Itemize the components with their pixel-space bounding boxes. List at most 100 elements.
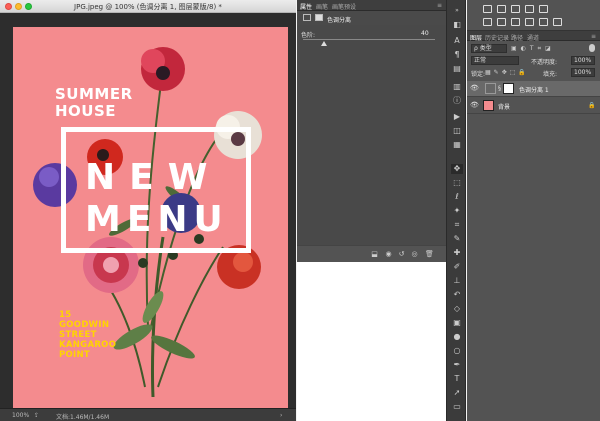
fill-label: 填充: bbox=[543, 71, 558, 78]
tab-history[interactable]: 历史记录 bbox=[485, 33, 509, 42]
poster-text-house: HOUSE bbox=[55, 102, 117, 120]
blur-tool-icon[interactable]: ● bbox=[451, 332, 463, 342]
layers-panel: 图层 历史记录 路径 通道 ≡ ρ 类型 ▣◐T⌗◪ 正常 不透明度: 100%… bbox=[467, 31, 600, 421]
properties-body: 色阶: 40 bbox=[297, 25, 446, 245]
eyedropper-icon[interactable]: ✎ bbox=[451, 234, 463, 244]
opacity-label: 不透明度: bbox=[531, 59, 558, 66]
exposure-icon[interactable] bbox=[525, 5, 534, 13]
panel-icon[interactable]: ▥ bbox=[451, 82, 463, 92]
paragraph-icon[interactable]: ¶ bbox=[451, 50, 463, 60]
adjustment-icon bbox=[303, 14, 311, 21]
view-previous-state-icon[interactable]: ◉ bbox=[385, 251, 392, 258]
levels-icon[interactable] bbox=[497, 5, 506, 13]
opacity-input[interactable]: 100% bbox=[571, 56, 595, 65]
poster-text-new: NEW bbox=[85, 157, 222, 198]
layers-tab-bar: 图层 历史记录 路径 通道 ≡ bbox=[467, 31, 600, 42]
eye-icon[interactable]: 👁 bbox=[470, 102, 479, 109]
color-lookup-icon[interactable] bbox=[553, 18, 562, 26]
properties-footer: ⬓ ◉ ↺ ◎ 🗑 bbox=[297, 245, 446, 262]
delete-icon[interactable]: 🗑 bbox=[425, 251, 434, 258]
magic-wand-icon[interactable]: ✦ bbox=[451, 206, 463, 216]
lock-label: 锁定: bbox=[471, 71, 486, 78]
poster-text-summer: SUMMER bbox=[55, 85, 133, 103]
tab-brush-presets[interactable]: 画笔预设 bbox=[332, 2, 356, 11]
brightness-icon[interactable] bbox=[483, 5, 492, 13]
photo-filter-icon[interactable] bbox=[525, 18, 534, 26]
poster-address-line: 15 bbox=[59, 310, 72, 320]
color-swatch-icon[interactable]: ◧ bbox=[451, 20, 463, 30]
move-tool-icon[interactable]: ✥ bbox=[451, 164, 463, 174]
history-icon[interactable]: ◫ bbox=[451, 126, 463, 136]
character-icon[interactable]: A bbox=[451, 36, 463, 46]
eraser-tool-icon[interactable]: ◇ bbox=[451, 304, 463, 314]
levels-slider-track[interactable] bbox=[303, 39, 435, 40]
dodge-tool-icon[interactable]: ○ bbox=[451, 346, 463, 356]
reset-icon[interactable]: ↺ bbox=[398, 251, 405, 258]
layer-blend-row: 正常 不透明度: 100% bbox=[467, 55, 600, 66]
visibility-icon[interactable]: ◎ bbox=[411, 251, 418, 258]
panel-menu-icon[interactable]: ≡ bbox=[591, 33, 596, 40]
lasso-tool-icon[interactable]: ℓ bbox=[451, 192, 463, 202]
actions-icon[interactable]: ▶ bbox=[451, 112, 463, 122]
tab-properties[interactable]: 属性 bbox=[300, 2, 312, 11]
type-tool-icon[interactable]: T bbox=[451, 374, 463, 384]
levels-slider-thumb[interactable] bbox=[321, 41, 328, 46]
tab-layers[interactable]: 图层 bbox=[470, 33, 482, 42]
layer-row[interactable]: 👁 背景 🔒 bbox=[467, 98, 600, 114]
zoom-level[interactable]: 100% bbox=[12, 412, 29, 419]
shape-tool-icon[interactable]: ▭ bbox=[451, 402, 463, 412]
poster-address-line: KANGAROO bbox=[59, 340, 117, 350]
document-pasteboard[interactable]: SUMMER HOUSE NEW MENU 15 GOODWIN STREET … bbox=[0, 13, 296, 419]
tab-paths[interactable]: 路径 bbox=[511, 33, 523, 42]
layer-kind-filter[interactable]: ρ 类型 bbox=[471, 44, 507, 53]
layer-name[interactable]: 背景 bbox=[498, 102, 510, 111]
hue-saturation-icon[interactable] bbox=[483, 18, 492, 26]
filter-toggle[interactable] bbox=[589, 44, 595, 52]
levels-value[interactable]: 40 bbox=[421, 30, 429, 37]
properties-tab-bar: 属性 画笔 画笔预设 ≡ bbox=[297, 0, 446, 11]
poster-address-line: GOODWIN bbox=[59, 320, 110, 330]
crop-tool-icon[interactable]: ⌗ bbox=[451, 220, 463, 230]
mask-icon[interactable] bbox=[315, 14, 323, 21]
path-selection-icon[interactable]: ➚ bbox=[451, 388, 463, 398]
adjustments-panel bbox=[467, 0, 600, 31]
document-status-bar: 100% ⇪ 文档:1.46M/1.46M › bbox=[0, 408, 296, 421]
filter-icons[interactable]: ▣◐T⌗◪ bbox=[511, 45, 555, 53]
pen-tool-icon[interactable]: ✒ bbox=[451, 360, 463, 370]
vibrance-icon[interactable] bbox=[539, 5, 548, 13]
document-title-bar[interactable]: JPG.jpeg @ 100% (色调分离 1, 图层蒙版/8) * bbox=[0, 0, 296, 13]
document-canvas[interactable]: SUMMER HOUSE NEW MENU 15 GOODWIN STREET … bbox=[13, 27, 288, 419]
layer-row[interactable]: 👁 § 色调分离 1 bbox=[467, 81, 600, 97]
blend-mode-select[interactable]: 正常 bbox=[471, 56, 519, 65]
layer-mask-thumbnail[interactable] bbox=[503, 83, 514, 94]
channel-mixer-icon[interactable] bbox=[539, 18, 548, 26]
info-icon[interactable]: ⓘ bbox=[451, 96, 463, 106]
gradient-tool-icon[interactable]: ▣ bbox=[451, 318, 463, 328]
panel-menu-icon[interactable]: ≡ bbox=[437, 2, 442, 9]
lock-options-icons[interactable]: ▦✎✥⬚🔒 bbox=[485, 69, 529, 76]
marquee-tool-icon[interactable]: ⬚ bbox=[451, 178, 463, 188]
properties-header: 色调分离 bbox=[297, 11, 446, 25]
curves-icon[interactable] bbox=[511, 5, 520, 13]
healing-brush-icon[interactable]: ✚ bbox=[451, 248, 463, 258]
chevron-right-icon[interactable]: › bbox=[280, 412, 282, 419]
adjustment-name: 色调分离 bbox=[327, 17, 352, 24]
poster-text-menu: MENU bbox=[85, 199, 229, 240]
clone-stamp-icon[interactable]: ⊥ bbox=[451, 276, 463, 286]
eye-icon[interactable]: 👁 bbox=[470, 85, 479, 92]
black-white-icon[interactable] bbox=[511, 18, 520, 26]
tab-channels[interactable]: 通道 bbox=[527, 33, 539, 42]
color-balance-icon[interactable] bbox=[497, 18, 506, 26]
document-size[interactable]: 文档:1.46M/1.46M bbox=[56, 412, 109, 421]
link-icon[interactable]: § bbox=[498, 85, 501, 92]
share-icon[interactable]: ⇪ bbox=[34, 412, 39, 419]
collapse-icon[interactable]: » bbox=[451, 6, 463, 16]
layer-name[interactable]: 色调分离 1 bbox=[519, 85, 549, 94]
fill-input[interactable]: 100% bbox=[571, 68, 595, 77]
history-brush-icon[interactable]: ↶ bbox=[451, 290, 463, 300]
brush-tool-icon[interactable]: ✐ bbox=[451, 262, 463, 272]
clip-to-layer-icon[interactable]: ⬓ bbox=[371, 251, 378, 258]
libraries-icon[interactable]: ▤ bbox=[451, 64, 463, 74]
tab-brush[interactable]: 画笔 bbox=[316, 2, 328, 11]
adjustments-icon[interactable]: ▦ bbox=[451, 140, 463, 150]
